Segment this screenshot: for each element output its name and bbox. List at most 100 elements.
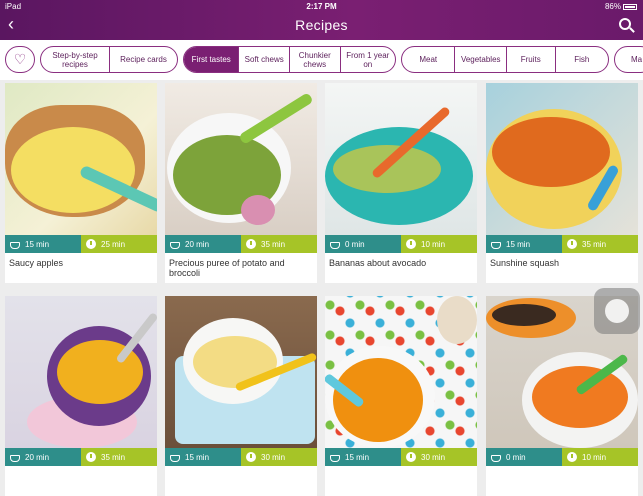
assistive-touch-icon <box>605 299 629 323</box>
prep-time-label: 20 min <box>25 452 50 462</box>
clock-icon <box>86 239 96 249</box>
cook-time: 35 min <box>241 235 317 253</box>
recipe-times: 15 min 30 min <box>325 448 477 466</box>
battery-percent: 86% <box>604 2 621 11</box>
clock-icon <box>567 239 577 249</box>
prep-time: 0 min <box>486 448 562 466</box>
battery-indicator: 86% <box>605 2 637 11</box>
cook-time: 30 min <box>401 448 477 466</box>
food-type-group: Meat Vegetables Fruits Fish <box>401 46 609 73</box>
recipe-name: Sunshine squash <box>490 258 560 268</box>
pot-icon <box>491 241 501 249</box>
pot-icon <box>10 454 20 462</box>
filter-step-by-step[interactable]: Step-by-step recipes <box>41 47 109 72</box>
recipe-card[interactable]: 20 min 35 min Precious puree of potato a… <box>165 83 317 283</box>
prep-time: 15 min <box>486 235 562 253</box>
pot-icon <box>491 454 501 462</box>
recipe-photo <box>325 296 477 448</box>
cook-time-label: 35 min <box>261 239 286 249</box>
prep-time-label: 15 min <box>506 239 531 249</box>
recipe-times: 0 min 10 min <box>325 235 477 253</box>
pot-icon <box>10 241 20 249</box>
cook-time: 35 min <box>562 235 638 253</box>
filter-more[interactable]: Ma <box>615 47 643 72</box>
filter-from-1-year[interactable]: From 1 year on <box>339 47 395 72</box>
assistive-touch-button[interactable] <box>594 288 640 334</box>
recipe-photo <box>486 83 638 235</box>
filter-chunkier-chews[interactable]: Chunkier chews <box>289 47 340 72</box>
clock-icon <box>567 452 577 462</box>
recipe-card[interactable]: 15 min 25 min Saucy apples <box>5 83 157 283</box>
page-title: Recipes <box>295 17 348 33</box>
recipe-photo <box>5 83 157 235</box>
recipe-times: 15 min 30 min <box>165 448 317 466</box>
age-stage-group: First tastes Soft chews Chunkier chews F… <box>183 46 396 73</box>
recipe-name: Precious puree of potato and broccoli <box>169 258 285 278</box>
clock-icon <box>86 452 96 462</box>
nav-header: iPad 2:17 PM 86% ‹ Recipes <box>0 0 643 40</box>
cook-time: 35 min <box>81 448 157 466</box>
prep-time: 20 min <box>5 448 81 466</box>
clock-icon <box>246 239 256 249</box>
recipe-times: 0 min 10 min <box>486 448 638 466</box>
recipe-name: Saucy apples <box>9 258 64 268</box>
clock-icon <box>246 452 256 462</box>
pot-icon <box>170 241 180 249</box>
recipe-times: 15 min 35 min <box>486 235 638 253</box>
recipe-times: 15 min 25 min <box>5 235 157 253</box>
clock-icon <box>406 452 416 462</box>
prep-time: 15 min <box>165 448 241 466</box>
search-icon[interactable] <box>619 18 631 30</box>
filter-first-tastes[interactable]: First tastes <box>184 47 239 72</box>
filter-meat[interactable]: Meat <box>402 47 454 72</box>
cook-time-label: 30 min <box>261 452 286 462</box>
cook-time-label: 10 min <box>582 452 607 462</box>
filter-fruits[interactable]: Fruits <box>505 47 555 72</box>
cook-time: 25 min <box>81 235 157 253</box>
cook-time-label: 35 min <box>101 452 126 462</box>
pot-icon <box>170 454 180 462</box>
prep-time-label: 15 min <box>25 239 50 249</box>
prep-time-label: 15 min <box>185 452 210 462</box>
recipe-times: 20 min 35 min <box>5 448 157 466</box>
cook-time-label: 25 min <box>101 239 126 249</box>
pot-icon <box>330 454 340 462</box>
prep-time: 20 min <box>165 235 241 253</box>
clock-time: 2:17 PM <box>306 2 337 11</box>
prep-time-label: 0 min <box>345 239 365 249</box>
cook-time: 10 min <box>562 448 638 466</box>
cook-time: 30 min <box>241 448 317 466</box>
prep-time-label: 0 min <box>506 452 526 462</box>
recipe-card[interactable]: 15 min 30 min <box>325 296 477 496</box>
cook-time-label: 10 min <box>421 239 446 249</box>
status-bar: iPad 2:17 PM 86% <box>0 0 643 13</box>
clock-icon <box>406 239 416 249</box>
recipe-photo <box>325 83 477 235</box>
filter-soft-chews[interactable]: Soft chews <box>238 47 289 72</box>
filter-bar: ♡ Step-by-step recipes Recipe cards Firs… <box>0 40 643 80</box>
filter-vegetables[interactable]: Vegetables <box>454 47 506 72</box>
prep-time: 0 min <box>325 235 401 253</box>
cook-time-label: 30 min <box>421 452 446 462</box>
recipe-name: Bananas about avocado <box>329 258 427 268</box>
recipe-card[interactable]: 15 min 35 min Sunshine squash <box>486 83 638 283</box>
favorites-heart-icon[interactable]: ♡ <box>5 46 35 73</box>
pot-icon <box>330 241 340 249</box>
recipe-card[interactable]: 15 min 30 min <box>165 296 317 496</box>
recipe-card[interactable]: 0 min 10 min Bananas about avocado <box>325 83 477 283</box>
filter-fish[interactable]: Fish <box>554 47 608 72</box>
filter-recipe-cards[interactable]: Recipe cards <box>109 47 177 72</box>
more-type-group: Ma <box>614 46 643 73</box>
recipe-photo <box>165 296 317 448</box>
prep-time: 15 min <box>5 235 81 253</box>
prep-time: 15 min <box>325 448 401 466</box>
recipe-photo <box>165 83 317 235</box>
recipe-card[interactable]: 20 min 35 min <box>5 296 157 496</box>
recipe-times: 20 min 35 min <box>165 235 317 253</box>
battery-icon <box>623 4 637 10</box>
prep-time-label: 20 min <box>185 239 210 249</box>
prep-time-label: 15 min <box>345 452 370 462</box>
recipe-type-group: Step-by-step recipes Recipe cards <box>40 46 178 73</box>
cook-time: 10 min <box>401 235 477 253</box>
cook-time-label: 35 min <box>582 239 607 249</box>
